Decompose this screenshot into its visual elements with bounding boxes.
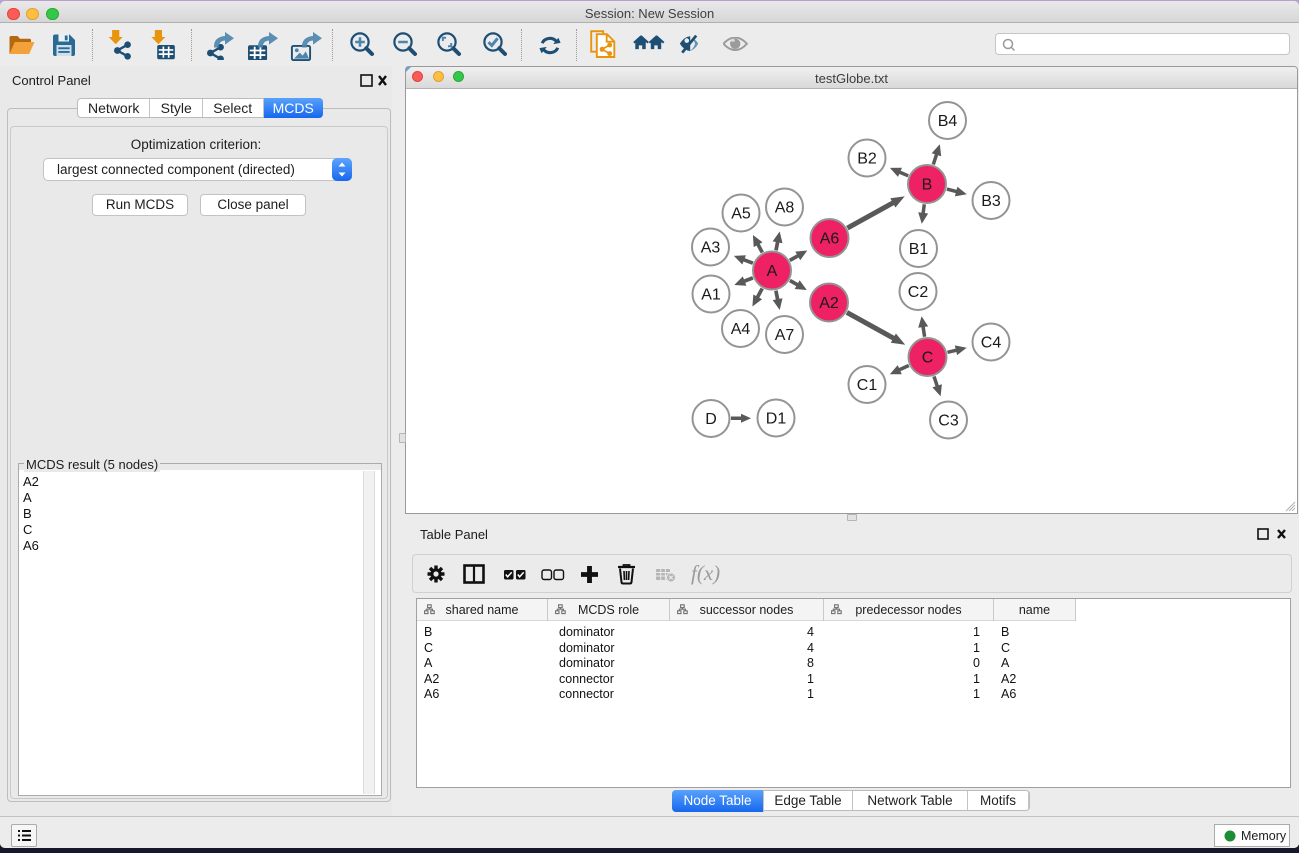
svg-text:A3: A3 bbox=[701, 240, 721, 257]
svg-text:A5: A5 bbox=[731, 206, 751, 223]
svg-text:D1: D1 bbox=[766, 411, 787, 428]
svg-text:B4: B4 bbox=[938, 113, 958, 130]
svg-text:B2: B2 bbox=[857, 151, 877, 168]
svg-text:D: D bbox=[705, 411, 717, 428]
svg-text:A1: A1 bbox=[701, 287, 721, 304]
svg-text:B: B bbox=[922, 177, 933, 194]
svg-text:C4: C4 bbox=[981, 335, 1002, 352]
svg-text:C2: C2 bbox=[908, 284, 929, 301]
svg-text:A4: A4 bbox=[731, 321, 751, 338]
svg-text:C: C bbox=[922, 350, 934, 367]
svg-text:A6: A6 bbox=[820, 231, 840, 248]
svg-text:B1: B1 bbox=[909, 241, 929, 258]
svg-text:C3: C3 bbox=[938, 413, 959, 430]
svg-text:C1: C1 bbox=[857, 377, 878, 394]
svg-text:A7: A7 bbox=[775, 327, 795, 344]
svg-text:A8: A8 bbox=[775, 200, 795, 217]
svg-text:A2: A2 bbox=[819, 295, 839, 312]
svg-text:B3: B3 bbox=[981, 193, 1001, 210]
svg-text:A: A bbox=[767, 263, 778, 280]
